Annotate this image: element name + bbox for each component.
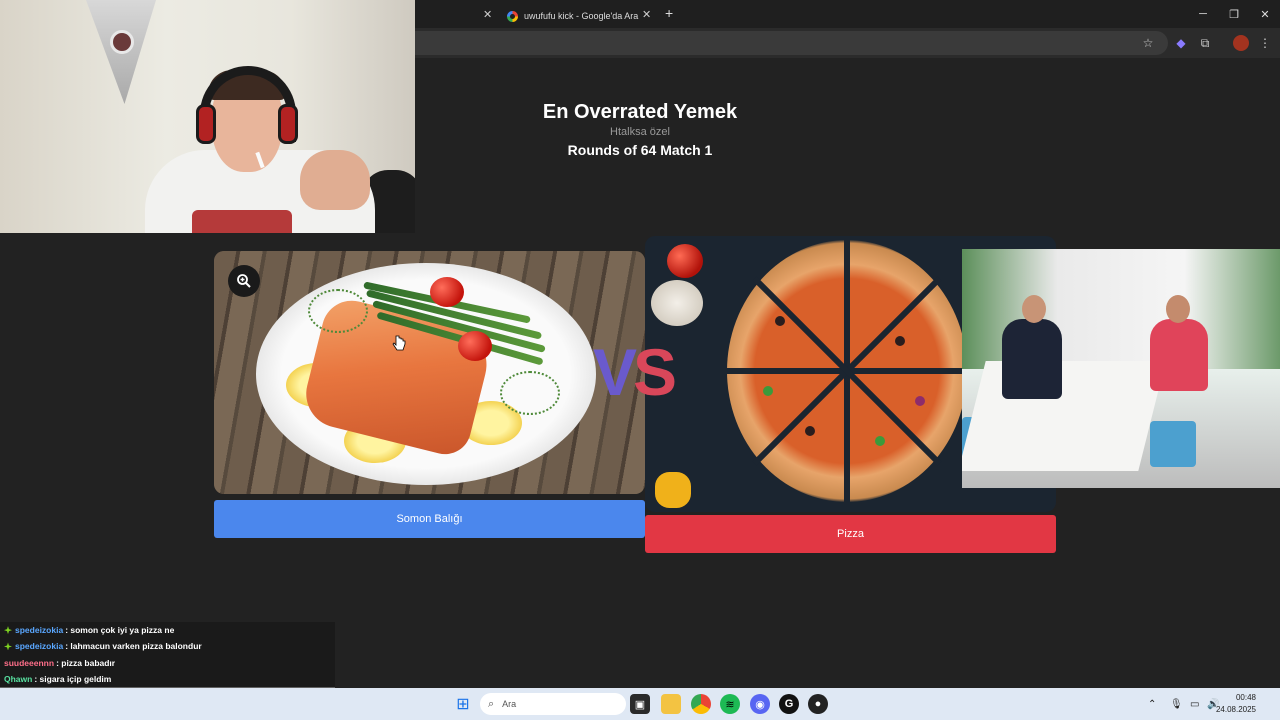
pip-person-right-head	[1166, 295, 1190, 323]
clock[interactable]: 00:48 24.08.2025	[1216, 692, 1256, 716]
vs-letter-v: V	[593, 335, 637, 409]
chat-message: Qhawn: sigara içip geldim	[0, 670, 335, 688]
pip-person-left-head	[1022, 295, 1046, 323]
garlic	[651, 280, 703, 326]
tray-chevron-icon[interactable]: ⌃	[1148, 688, 1156, 720]
microphone-icon[interactable]: 🎙	[1170, 688, 1183, 720]
minimize-icon[interactable]: ─	[1187, 0, 1219, 28]
onion-topping	[915, 396, 925, 406]
cherry-tomato	[458, 331, 492, 361]
pepper-topping	[875, 436, 885, 446]
somon-choice-button[interactable]: Somon Balığı	[214, 500, 645, 538]
cherry-tomato	[430, 277, 464, 307]
taskbar-search[interactable]: ⌕ Ara	[480, 693, 626, 715]
pip-chair	[1150, 421, 1196, 467]
pip-table	[962, 361, 1166, 471]
chat-username[interactable]: suudeeennn	[4, 658, 54, 668]
pepper-topping	[763, 386, 773, 396]
chat-message-text: : lahmacun varken pizza balondur	[65, 641, 202, 652]
chat-badge-icon	[4, 642, 12, 651]
search-placeholder: Ara	[502, 699, 517, 709]
plus-icon[interactable]: +	[665, 5, 673, 21]
pizza-choice-button[interactable]: Pizza	[645, 515, 1056, 553]
dill-garnish	[308, 289, 368, 333]
menu-dots-icon[interactable]: ⋮	[1257, 35, 1273, 51]
g-app-icon[interactable]: G	[779, 694, 799, 714]
chat-message-text: : pizza babadır	[56, 657, 116, 668]
vs-label: VS	[593, 335, 677, 409]
page-subtitle: Htalksa özel	[610, 126, 670, 138]
left-choice-image[interactable]	[214, 251, 645, 494]
tab-title: uwufufu kick - Google'da Ara	[524, 11, 639, 21]
bell-pepper	[655, 472, 691, 508]
address-bar[interactable]	[415, 31, 1168, 55]
shirt-print	[192, 210, 292, 233]
olive-topping	[775, 316, 785, 326]
pip-person-left	[1002, 319, 1062, 399]
chat-username[interactable]: Qhawn	[4, 674, 32, 684]
tomato	[667, 244, 703, 278]
round-label: Rounds of 64 Match 1	[567, 142, 713, 158]
search-icon: ⌕	[488, 697, 495, 710]
chrome-icon[interactable]	[691, 694, 711, 714]
screen: ✕ uwufufu kick - Google'da Ara ✕ + ─ ❐ ✕…	[0, 0, 1280, 720]
zoom-button[interactable]	[228, 265, 260, 297]
chat-message: spedeizokia: lahmacun varken pizza balon…	[0, 638, 335, 655]
profile-avatar[interactable]	[1233, 35, 1249, 51]
chat-username[interactable]: spedeizokia	[15, 641, 63, 651]
close-icon[interactable]: ✕	[483, 8, 492, 21]
taskbar: ⊞ ⌕ Ara ▣ ≋ ◉ G ● ⌃ 🎙 ▭ 🔊 00:48 24.08.20…	[0, 688, 1280, 720]
streamer-hand	[300, 150, 370, 210]
chat-message: spedeizokia: somon çok iyi ya pizza ne	[0, 622, 335, 639]
file-explorer-icon[interactable]	[661, 694, 681, 714]
chat-badge-icon	[4, 626, 12, 635]
app-icon[interactable]: ●	[808, 694, 828, 714]
pip-person-right	[1150, 319, 1208, 391]
window-close-icon[interactable]: ✕	[1249, 0, 1280, 28]
olive-topping	[805, 426, 815, 436]
browser-toolbar: ☆ ◆ ⧉ ⋮	[415, 28, 1280, 58]
chat-username[interactable]: spedeizokia	[15, 625, 63, 635]
spotify-icon[interactable]: ≋	[720, 694, 740, 714]
chat-message-text: : sigara içip geldim	[34, 674, 112, 685]
windows-start-icon[interactable]: ⊞	[453, 694, 473, 714]
clock-date: 24.08.2025	[1215, 705, 1256, 714]
dill-garnish	[500, 371, 560, 415]
clock-time: 00:48	[1235, 693, 1256, 702]
page-title: En Overrated Yemek	[542, 101, 738, 123]
discord-icon[interactable]: ◉	[750, 694, 770, 714]
browser-tab-bar: ✕ uwufufu kick - Google'da Ara ✕ + ─ ❐ ✕	[415, 0, 1280, 28]
pennant-emblem	[110, 30, 134, 54]
google-icon	[507, 10, 518, 22]
vs-letter-s: S	[633, 335, 677, 409]
task-view-icon[interactable]: ▣	[630, 694, 650, 714]
chat-message: suudeeennn: pizza babadır	[0, 654, 335, 671]
olive-topping	[895, 336, 905, 346]
network-icon[interactable]: ▭	[1190, 688, 1199, 720]
zoom-in-icon	[237, 274, 251, 288]
extensions-puzzle-icon[interactable]: ⧉	[1197, 35, 1213, 51]
pip-photo-overlay	[962, 249, 1280, 488]
extension-icon[interactable]: ◆	[1173, 35, 1189, 51]
chat-message-text: : somon çok iyi ya pizza ne	[65, 625, 175, 636]
restore-icon[interactable]: ❐	[1218, 0, 1250, 28]
bookmark-star-icon[interactable]: ☆	[1140, 35, 1156, 51]
close-icon[interactable]: ✕	[642, 8, 651, 21]
hand-cursor-icon	[392, 335, 406, 351]
